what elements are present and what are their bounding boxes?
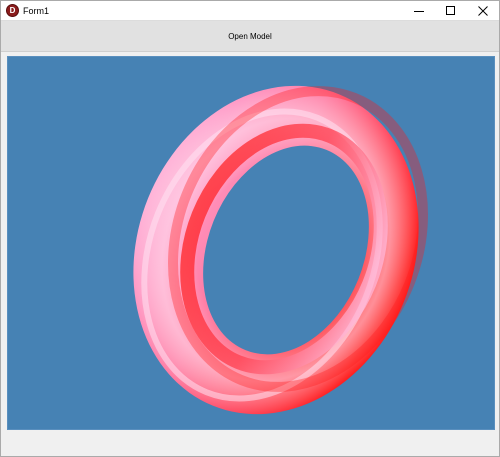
open-model-button[interactable]: Open Model	[1, 21, 499, 52]
maximize-icon	[446, 5, 455, 15]
maximize-button[interactable]	[435, 1, 467, 20]
close-button[interactable]	[467, 1, 499, 20]
minimize-icon	[414, 10, 424, 12]
app-icon[interactable]: D	[6, 4, 19, 17]
window-title: Form1	[23, 5, 50, 16]
caption-buttons	[403, 1, 499, 20]
close-icon	[478, 5, 488, 16]
torus-model	[133, 85, 428, 415]
toolbar: Open Model	[1, 20, 499, 52]
title-bar[interactable]: D Form1	[1, 1, 499, 20]
app-window: D Form1 Open Model	[0, 0, 500, 457]
viewport-canvas	[133, 85, 428, 415]
3d-viewport[interactable]	[7, 56, 495, 430]
minimize-button[interactable]	[403, 1, 435, 20]
